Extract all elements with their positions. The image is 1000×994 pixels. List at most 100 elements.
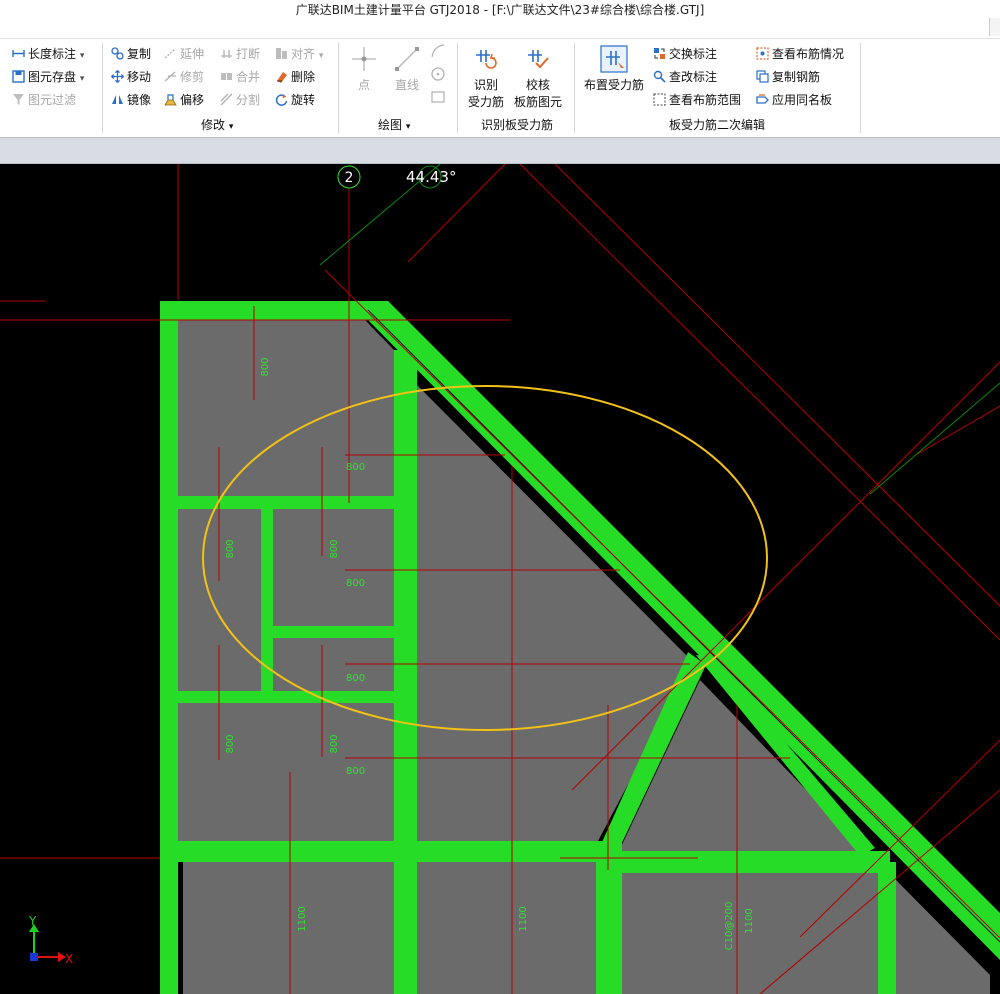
dimension-label: 1100 [518,906,529,931]
drawing-toolbar-strip [0,137,1000,164]
align-icon [276,48,287,59]
ribbon-separator [338,43,339,133]
merge-button[interactable]: 合并 [220,69,260,85]
dimension-label: 800 [225,539,236,558]
beam [878,862,896,994]
split-icon [220,93,233,106]
ribbon-separator [860,43,861,133]
view-rebar-layout-button[interactable]: 查看布筋情况 [756,46,844,62]
element-filter-button[interactable]: 图元过滤 [12,92,76,108]
axis-number: 2 [345,170,354,186]
break-icon [221,50,232,58]
ucs-y-label: Y [28,914,37,928]
identify-rebar-button[interactable]: 识别 受力筋 [463,45,509,111]
extend-icon [164,48,176,59]
check-slab-rebar-button[interactable]: 校核 板筋图元 [511,45,565,111]
apply-same-icon [756,94,769,104]
line-button[interactable]: 直线 [389,45,425,94]
copy-button[interactable]: 复制 [111,46,151,62]
view-rebar-range-button[interactable]: 查看布筋范围 [653,92,741,108]
ribbon-collapse-tab[interactable] [989,18,1000,36]
rectangle-icon [431,91,445,103]
split-button[interactable]: 分割 [220,92,260,108]
move-icon [111,70,124,83]
dimension-label: 800 [260,357,271,376]
dimension-label: 800 [225,734,236,753]
filter-icon [13,94,24,105]
save-element-icon [12,70,25,83]
beam [178,496,394,509]
extend-button[interactable]: 延伸 [164,46,204,62]
angle-readout: 44.43° [406,168,456,186]
break-button[interactable]: 打断 [220,46,260,62]
beam [160,301,178,994]
ribbon: 长度标注 ▾ 图元存盘 ▾ 图元过滤 复制 移动 镜像 延伸 修剪 偏移 打断 … [0,38,1000,137]
line-icon [395,47,419,71]
modify-group-label[interactable]: 修改 ▾ [201,116,233,133]
slab [183,862,394,994]
beam [273,626,394,638]
mirror-button[interactable]: 镜像 [111,92,151,108]
save-element-button[interactable]: 图元存盘 ▾ [12,69,84,87]
delete-button[interactable]: 删除 [275,69,315,85]
place-rebar-icon [600,45,628,73]
dimension-label: 800 [346,766,365,777]
range-icon [653,93,666,106]
apply-same-slab-button[interactable]: 应用同名板 [756,92,832,108]
identify-rebar-icon [476,50,497,69]
move-button[interactable]: 移动 [111,69,151,85]
swap-icon [654,48,665,59]
draw-group-label[interactable]: 绘图 ▾ [378,116,410,133]
slab [416,862,596,994]
arc-icon [431,44,445,58]
ucs-x-label: X [65,952,73,966]
circle-button[interactable] [430,66,446,86]
beam [178,841,598,862]
beam [394,350,417,994]
trim-icon [164,71,176,82]
dimension-label: 800 [346,578,365,589]
copy-rebar-button[interactable]: 复制钢筋 [756,69,820,85]
align-button[interactable]: 对齐 ▾ [275,46,323,64]
dimension-label: 800 [346,673,365,684]
circle-icon [431,67,445,81]
edit-group-label: 板受力筋二次编辑 [669,118,766,132]
beam [160,301,368,320]
dimension-label: 800 [329,539,340,558]
beam [178,691,394,703]
slab [273,509,394,626]
ribbon-separator [574,43,575,133]
copy-rebar-icon [756,70,769,83]
ruler-icon [12,50,25,57]
dimension-label: 1100 [297,906,308,931]
title-bar: 广联达BIM土建计量平台 GTJ2018 - [F:\广联达文件\23#综合楼\… [0,0,1000,38]
search-edit-icon [653,70,666,83]
beam [596,851,890,873]
view-layout-icon [756,47,769,60]
merge-icon [221,73,232,80]
rectangle-button[interactable] [430,89,446,109]
arc-button[interactable] [430,43,446,63]
point-button[interactable]: 点 [346,45,382,94]
point-icon [352,47,376,71]
drawing-canvas[interactable]: 2 44.43° 800 800 800 800 800 800 800 800… [0,164,1000,994]
ribbon-separator [457,43,458,133]
check-rebar-icon [528,50,549,69]
rotate-icon [275,94,288,106]
eraser-icon [277,72,287,83]
window-title: 广联达BIM土建计量平台 GTJ2018 - [F:\广联达文件\23#综合楼\… [295,3,705,17]
length-dimension-button[interactable]: 长度标注 ▾ [12,46,84,64]
rebar-code-label: C10@200 [724,902,735,951]
copy-icon [111,47,124,60]
place-rebar-button[interactable]: 布置受力筋 [580,45,648,94]
ribbon-separator [102,43,103,133]
mirror-icon [112,95,123,104]
offset-button[interactable]: 偏移 [164,92,204,108]
rotate-button[interactable]: 旋转 [275,92,315,108]
identify-group-label: 识别板受力筋 [481,118,554,132]
beam [596,841,622,994]
modify-annotation-button[interactable]: 查改标注 [653,69,717,85]
swap-annotation-button[interactable]: 交换标注 [653,46,717,62]
dimension-label: 1100 [744,908,755,933]
trim-button[interactable]: 修剪 [164,69,204,85]
